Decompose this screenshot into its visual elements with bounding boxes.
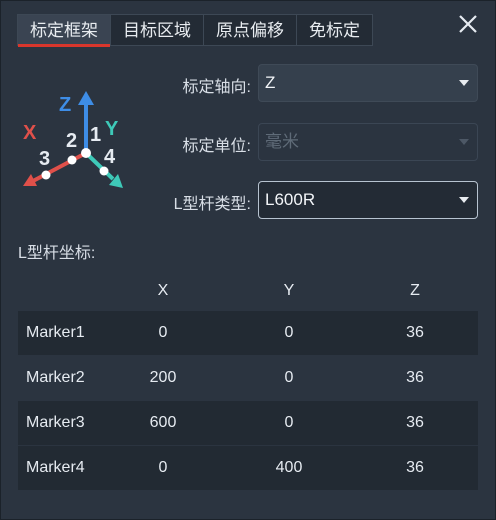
rod-coordinates-label: L型杆坐标: [18,245,96,262]
unit-select: 毫米 [258,123,478,161]
y-value[interactable]: 0 [264,356,314,400]
z-value[interactable]: 36 [390,311,440,355]
tab-calibration-free[interactable]: 免标定 [296,14,373,46]
table-header: X Y Z [18,282,478,306]
tab-calibration-frame[interactable]: 标定框架 [17,14,110,47]
axis-direction-label: 标定轴向: [182,79,251,96]
rod-type-select[interactable]: L600R [258,181,478,219]
table-row[interactable]: Marker4 0 400 36 [18,446,478,490]
column-header-z: Z [410,282,420,299]
marker-4-label: 4 [104,146,116,168]
marker-1-label: 1 [90,124,101,146]
marker-3-label: 3 [39,148,50,170]
tab-target-region[interactable]: 目标区域 [110,14,203,46]
column-header-x: X [157,282,169,299]
z-value[interactable]: 36 [390,356,440,400]
axis-x-label: X [23,122,37,144]
unit-label: 标定单位: [182,138,251,155]
marker-2-label: 2 [66,130,77,152]
chevron-down-icon [459,197,469,203]
z-value[interactable]: 36 [390,401,440,445]
marker-name: Marker3 [26,414,85,431]
marker-name: Marker4 [26,459,85,476]
axis-direction-select[interactable]: Z [258,64,478,102]
column-header-y: Y [283,282,295,299]
rod-type-label: L型杆类型: [173,196,251,213]
y-value[interactable]: 400 [264,446,314,490]
rod-type-value: L600R [265,190,316,209]
close-icon[interactable] [455,11,481,37]
axis-y-label: Y [105,118,119,140]
y-value[interactable]: 0 [264,401,314,445]
x-value[interactable]: 200 [138,356,188,400]
chevron-down-icon [459,139,469,145]
marker-name: Marker1 [26,324,85,341]
calibration-panel: 标定框架 目标区域 原点偏移 免标定 Z Y X 1 2 3 4 标定轴向: Z [0,0,496,520]
x-value[interactable]: 0 [138,446,188,490]
table-row[interactable]: Marker2 200 0 36 [18,356,478,400]
axis-z-label: Z [59,94,71,116]
marker-name: Marker2 [26,369,85,386]
table-row[interactable]: Marker1 0 0 36 [18,311,478,355]
x-value[interactable]: 0 [138,311,188,355]
table-row[interactable]: Marker3 600 0 36 [18,401,478,445]
x-value[interactable]: 600 [138,401,188,445]
axis-diagram-icon: Z Y X 1 2 3 4 [23,91,123,188]
chevron-down-icon [459,80,469,86]
tab-origin-offset[interactable]: 原点偏移 [203,14,296,46]
axis-direction-value: Z [265,73,276,92]
z-value[interactable]: 36 [390,446,440,490]
y-value[interactable]: 0 [264,311,314,355]
tab-bar: 标定框架 目标区域 原点偏移 免标定 [17,14,373,48]
unit-value: 毫米 [265,132,299,151]
